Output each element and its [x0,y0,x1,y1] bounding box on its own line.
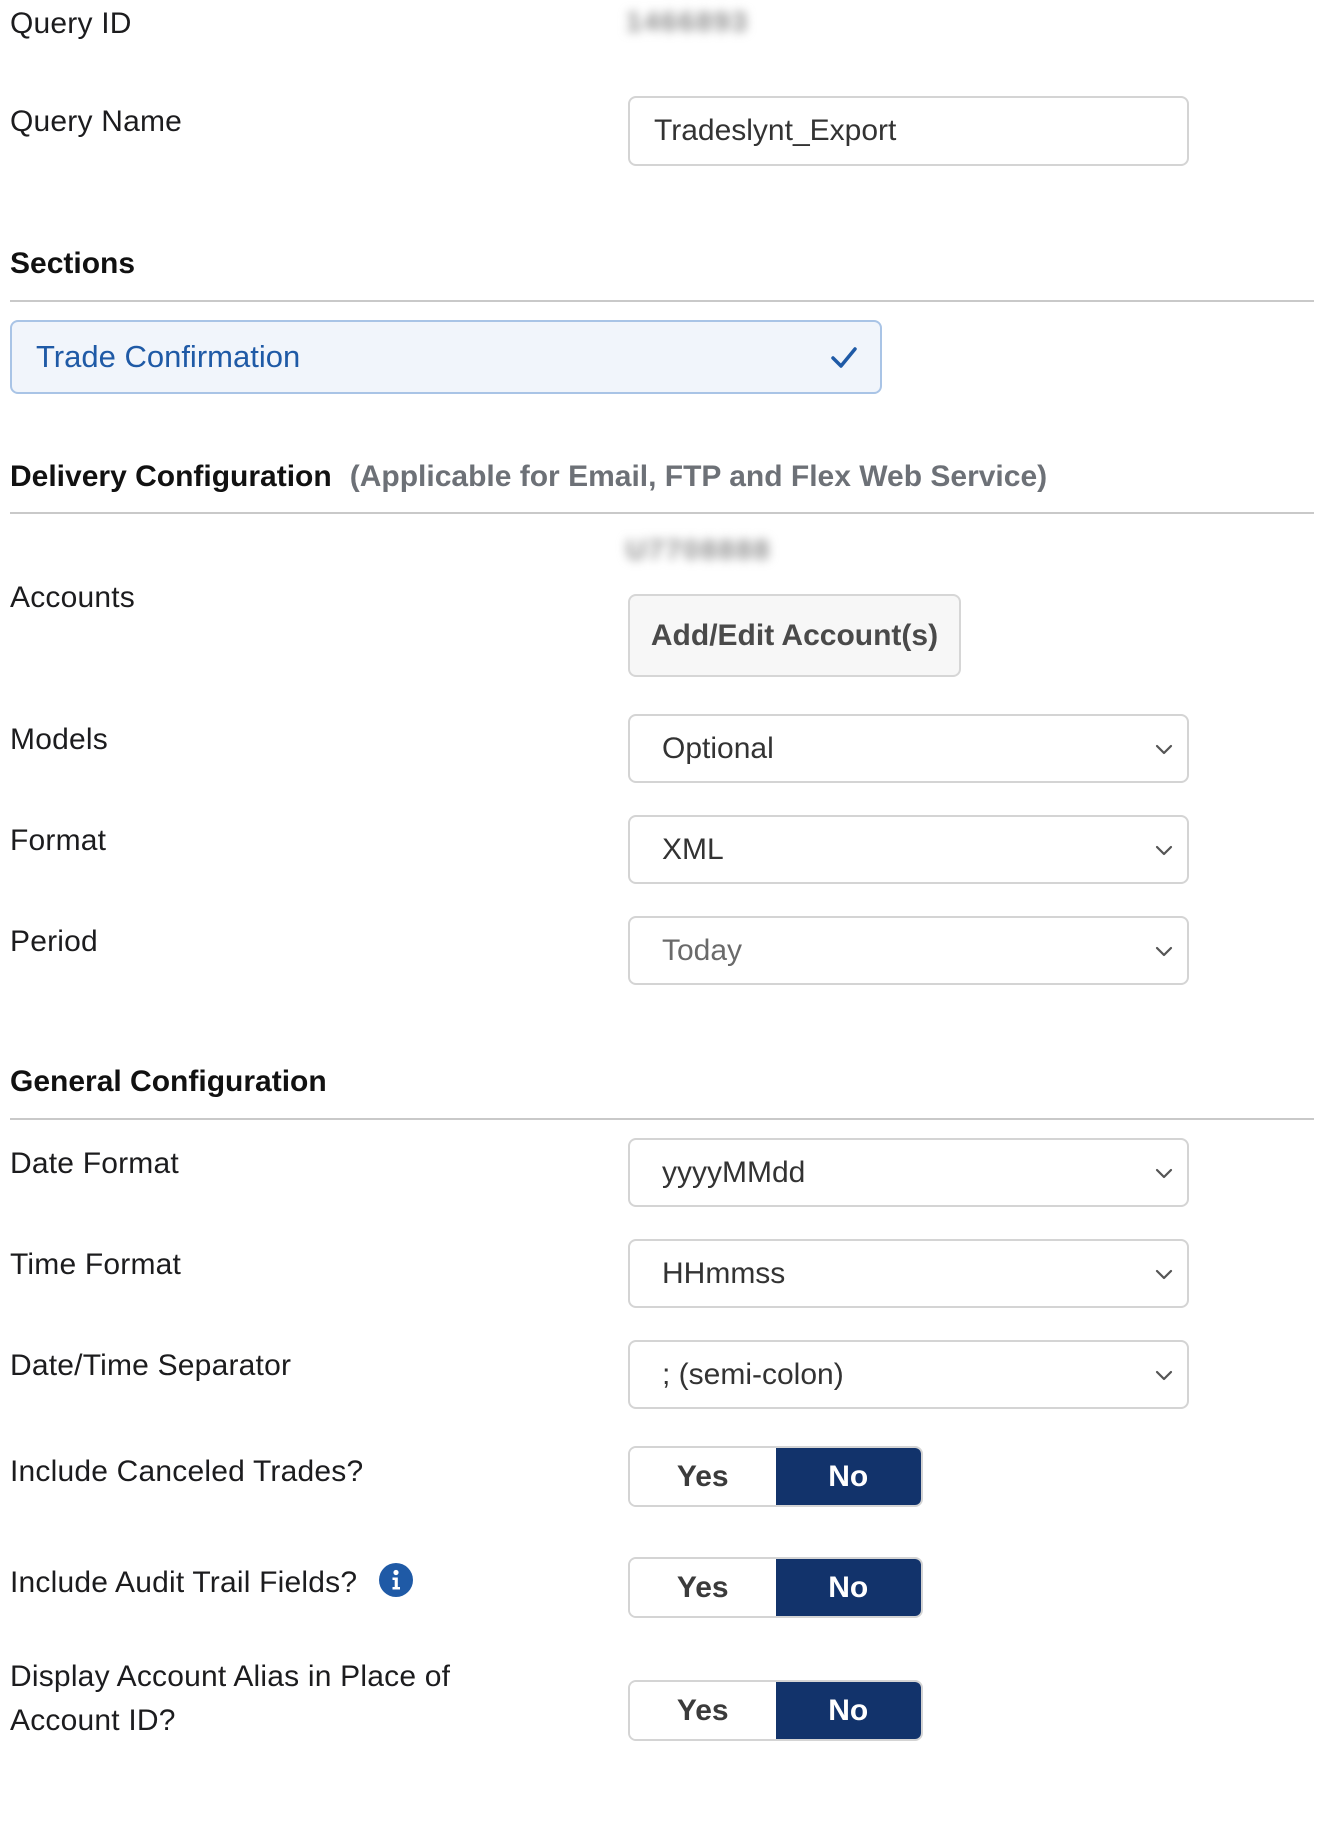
canceled-trades-label: Include Canceled Trades? [10,1455,364,1488]
account-alias-label-line1: Display Account Alias in Place of [10,1660,451,1693]
query-name-input[interactable] [628,96,1189,166]
account-alias-no[interactable]: No [775,1682,921,1739]
chevron-down-icon [1155,946,1173,956]
accounts-label: Accounts [10,581,135,614]
sections-divider [10,300,1314,302]
models-selected-value: Optional [662,731,774,765]
chevron-down-icon [1155,744,1173,754]
account-alias-toggle[interactable]: Yes No [628,1680,923,1741]
query-id-value: 1466893 [626,6,750,37]
query-name-label: Query Name [10,105,183,138]
format-select[interactable]: XML [628,815,1189,884]
format-label: Format [10,824,107,857]
section-trade-confirmation[interactable]: Trade Confirmation [10,320,882,394]
delivery-config-note: (Applicable for Email, FTP and Flex Web … [349,460,1048,493]
models-select[interactable]: Optional [628,714,1189,783]
chevron-down-icon [1155,1370,1173,1380]
format-selected-value: XML [662,832,724,866]
sections-heading: Sections [10,247,136,280]
chevron-down-icon [1155,1269,1173,1279]
delivery-config-heading: Delivery Configuration (Applicable for Em… [10,459,1047,495]
date-format-selected-value: yyyyMMdd [662,1155,806,1189]
separator-label: Date/Time Separator [10,1349,292,1382]
info-icon[interactable] [378,1562,414,1598]
time-format-label: Time Format [10,1248,182,1281]
models-label: Models [10,723,108,756]
chevron-down-icon [1155,845,1173,855]
check-icon [831,347,857,368]
delivery-config-title: Delivery Configuration [10,460,332,493]
canceled-trades-no[interactable]: No [775,1448,921,1505]
period-selected-value: Today [662,933,743,967]
separator-select[interactable]: ; (semi-colon) [628,1340,1189,1409]
general-config-heading: General Configuration [10,1065,327,1098]
account-alias-label-line2: Account ID? [10,1704,176,1737]
general-divider [10,1118,1314,1120]
audit-trail-label: Include Audit Trail Fields? [10,1565,357,1601]
section-item-label: Trade Confirmation [36,339,301,374]
flex-query-config-page: Query ID 1466893 Query Name Sections Tra… [0,0,1324,1826]
audit-trail-toggle[interactable]: Yes No [628,1557,923,1618]
separator-selected-value: ; (semi-colon) [662,1357,844,1391]
audit-trail-yes[interactable]: Yes [630,1559,776,1616]
time-format-selected-value: HHmmss [662,1256,786,1290]
accounts-value: U7708888 [626,534,772,565]
canceled-trades-yes[interactable]: Yes [630,1448,776,1505]
date-format-select[interactable]: yyyyMMdd [628,1138,1189,1207]
chevron-down-icon [1155,1168,1173,1178]
date-format-label: Date Format [10,1147,179,1180]
canceled-trades-toggle[interactable]: Yes No [628,1446,923,1507]
audit-trail-text: Include Audit Trail Fields? [10,1566,358,1599]
time-format-select[interactable]: HHmmss [628,1239,1189,1308]
delivery-divider [10,512,1314,514]
account-alias-yes[interactable]: Yes [630,1682,776,1739]
audit-trail-no[interactable]: No [775,1559,921,1616]
period-select[interactable]: Today [628,916,1189,985]
query-id-label: Query ID [10,7,132,40]
period-label: Period [10,925,98,958]
add-edit-accounts-button[interactable]: Add/Edit Account(s) [628,594,961,677]
